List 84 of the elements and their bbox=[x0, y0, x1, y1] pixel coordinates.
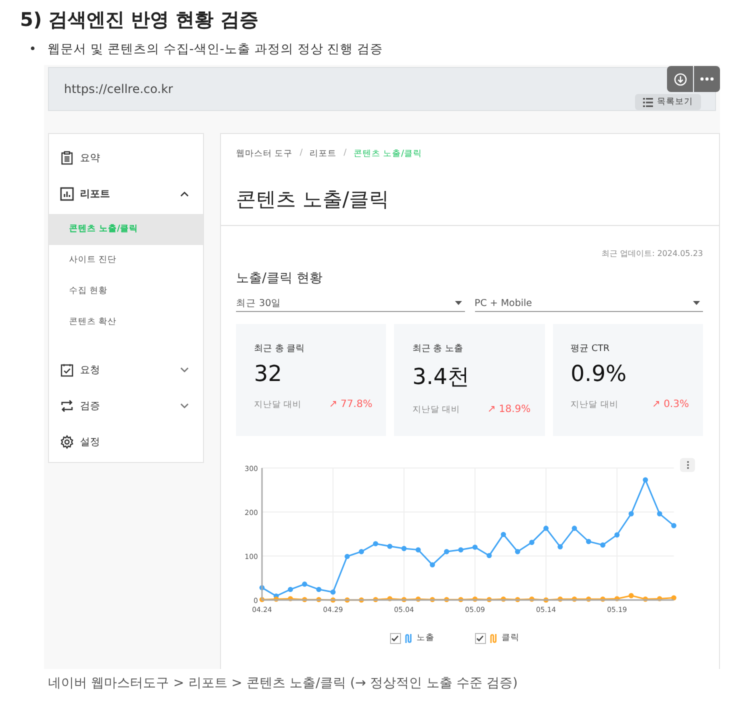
point bbox=[302, 582, 308, 587]
point bbox=[416, 547, 421, 552]
point bbox=[401, 546, 407, 552]
line-legend-icon bbox=[404, 634, 412, 642]
stat-value: 0.9% bbox=[570, 362, 628, 387]
breadcrumb-separator: / bbox=[300, 148, 303, 160]
point bbox=[572, 526, 577, 531]
comparison-label: 지난달 대비 bbox=[254, 399, 302, 411]
bar-chart-icon bbox=[60, 187, 74, 201]
sidebar-item[interactable]: 요청 bbox=[49, 352, 203, 388]
submenu-item[interactable]: 사이트 진단 bbox=[49, 245, 203, 276]
checked-clipboard-icon bbox=[60, 363, 74, 377]
download-button[interactable] bbox=[667, 66, 693, 92]
bullet-marker: • bbox=[29, 40, 36, 58]
sidebar-item[interactable]: 설정 bbox=[49, 424, 203, 460]
legend-label: 클릭 bbox=[502, 632, 520, 644]
point bbox=[614, 532, 620, 538]
url-text: https://cellre.co.kr bbox=[64, 82, 173, 96]
point bbox=[586, 538, 592, 544]
more-button[interactable] bbox=[694, 66, 720, 92]
point bbox=[671, 523, 676, 528]
last-updated-text: 최근 업데이트: 2024.05.23 bbox=[600, 248, 703, 259]
sidebar-item[interactable]: 리포트 bbox=[49, 176, 203, 212]
sidebar-item[interactable]: 검증 bbox=[49, 388, 203, 424]
legend-checkbox[interactable] bbox=[390, 632, 400, 644]
dropdown-select[interactable]: PC + Mobile bbox=[474, 295, 703, 312]
point bbox=[642, 477, 648, 482]
legend-checkbox[interactable] bbox=[474, 632, 486, 644]
image-caption: 네이버 웹마스터도구 > 리포트 > 콘텐츠 노출/클릭 (→ 정상적인 노출 수준 검증) bbox=[47, 675, 519, 692]
chart-menu-button[interactable] bbox=[680, 458, 695, 472]
dropdown-caret-icon bbox=[454, 301, 462, 305]
point bbox=[500, 532, 506, 538]
point bbox=[288, 586, 293, 592]
point bbox=[543, 526, 549, 531]
more-icon bbox=[700, 77, 714, 81]
change-value: ↗ 18.9% bbox=[487, 404, 531, 416]
dropdown-select[interactable]: 최근 30일 bbox=[236, 295, 464, 312]
point bbox=[430, 562, 435, 568]
point bbox=[657, 511, 662, 516]
stat-label: 평균 CTR bbox=[570, 343, 611, 355]
stat-label: 최근 총 클릭 bbox=[254, 343, 306, 355]
breadcrumb-separator: / bbox=[344, 148, 346, 160]
section-heading: 5) 검색엔진 반영 현황 검증 bbox=[19, 8, 260, 33]
stat-label: 최근 총 노출 bbox=[412, 343, 464, 355]
submenu-item[interactable]: 콘텐츠 확산 bbox=[49, 307, 203, 338]
submenu-item[interactable]: 수집 현황 bbox=[49, 276, 203, 307]
point bbox=[515, 549, 520, 554]
point bbox=[529, 540, 534, 545]
point bbox=[344, 554, 350, 560]
point bbox=[458, 547, 464, 552]
stat-value: 32 bbox=[254, 362, 283, 387]
breadcrumb-link[interactable]: 웹마스터 도구 bbox=[236, 148, 293, 160]
point bbox=[373, 541, 378, 546]
clipboard-icon bbox=[60, 151, 74, 165]
swap-arrows-icon bbox=[60, 399, 74, 413]
point bbox=[671, 595, 676, 600]
point bbox=[444, 549, 450, 554]
point bbox=[330, 589, 336, 595]
list-icon bbox=[643, 98, 653, 106]
point bbox=[387, 544, 392, 549]
comparison-label: 지난달 대비 bbox=[570, 399, 618, 411]
point bbox=[472, 544, 478, 550]
point bbox=[628, 511, 634, 516]
stat-value: 3.4천 bbox=[412, 364, 470, 392]
dropdown-caret-icon bbox=[693, 301, 700, 305]
point bbox=[600, 542, 606, 548]
sidebar-item[interactable]: 요약 bbox=[49, 140, 203, 176]
point bbox=[486, 552, 492, 558]
breadcrumb-link[interactable]: 리포트 bbox=[310, 148, 337, 160]
change-value: ↗ 77.8% bbox=[329, 399, 372, 411]
bullet-text: 웹문서 및 콘텐츠의 수집-색인-노출 과정의 정상 진행 검증 bbox=[47, 40, 384, 58]
legend-label: 노출 bbox=[416, 632, 434, 644]
list-button[interactable]: 목록보기 bbox=[635, 94, 701, 110]
download-icon bbox=[674, 72, 686, 86]
change-value: ↗ 0.3% bbox=[652, 399, 689, 411]
comparison-label: 지난달 대비 bbox=[412, 404, 460, 416]
point bbox=[316, 586, 322, 592]
page-title: 콘텐츠 노출/클릭 bbox=[236, 186, 390, 213]
line-legend-icon bbox=[490, 634, 498, 642]
point bbox=[358, 549, 364, 554]
point bbox=[628, 593, 634, 598]
section-title: 노출/클릭 현황 bbox=[236, 270, 324, 287]
gear-icon bbox=[60, 435, 74, 449]
point bbox=[558, 544, 563, 550]
